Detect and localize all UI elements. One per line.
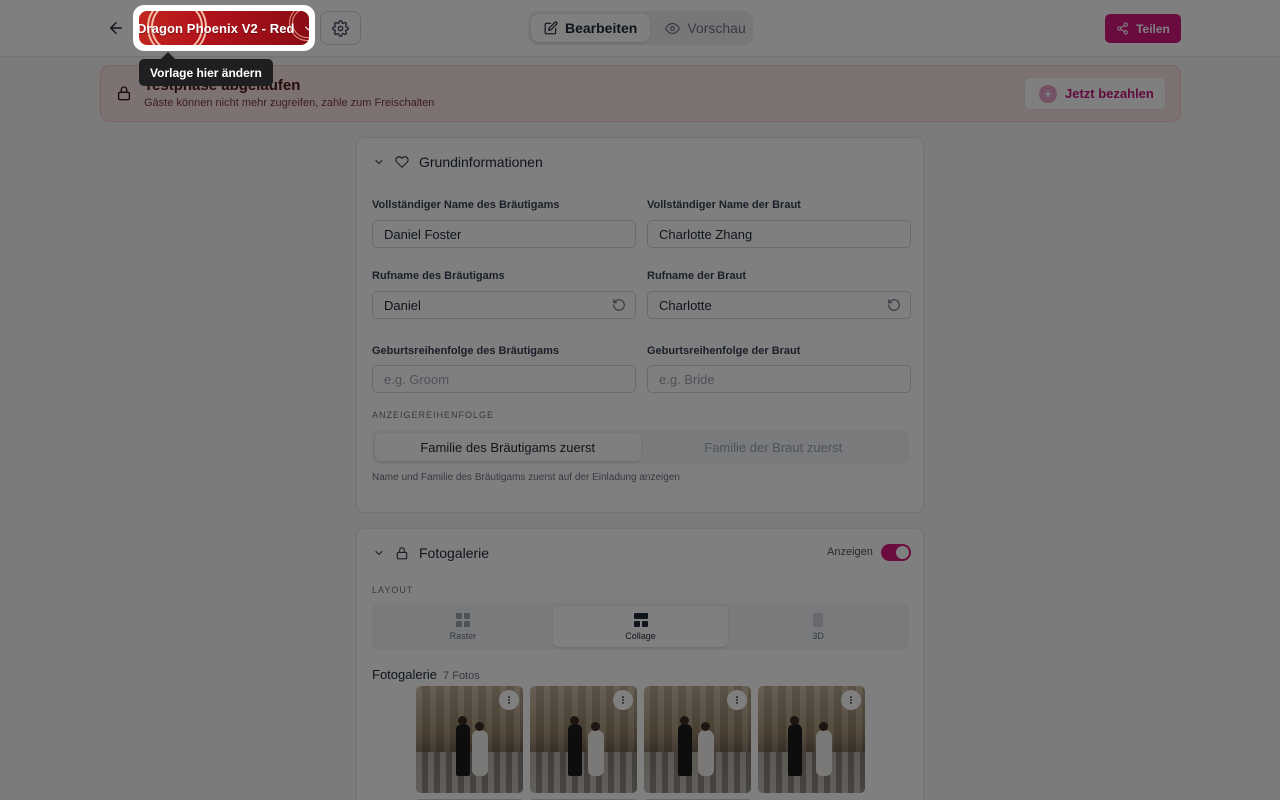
tab-preview[interactable]: Vorschau bbox=[652, 14, 758, 42]
tab-preview-label: Vorschau bbox=[687, 20, 746, 36]
photo-menu-button[interactable] bbox=[613, 690, 633, 710]
show-gallery-toggle[interactable] bbox=[881, 544, 911, 561]
share-icon bbox=[1117, 22, 1129, 35]
cube-icon bbox=[813, 613, 824, 627]
chevron-down-icon bbox=[375, 550, 383, 556]
chevron-down-icon bbox=[303, 23, 309, 34]
more-vertical-icon bbox=[850, 696, 852, 704]
layout-grid-label: Raster bbox=[449, 631, 477, 641]
photo-menu-button[interactable] bbox=[727, 690, 747, 710]
layout-switch: Raster Collage 3D bbox=[372, 603, 909, 650]
bride-nickname-value: Charlotte bbox=[659, 297, 712, 313]
more-vertical-icon bbox=[508, 696, 510, 704]
bride-birth-order-input[interactable]: e.g. Bride bbox=[647, 365, 911, 393]
lock-icon bbox=[396, 547, 408, 560]
basic-info-card: Grundinformationen Vollständiger Name de… bbox=[356, 137, 924, 513]
basic-info-header[interactable]: Grundinformationen bbox=[373, 152, 543, 172]
sparkle-icon bbox=[1039, 84, 1057, 103]
photo-menu-button[interactable] bbox=[499, 690, 519, 710]
display-order-switch: Familie des Bräutigams zuerst Familie de… bbox=[372, 430, 909, 464]
basic-info-title: Grundinformationen bbox=[419, 154, 543, 170]
gear-icon bbox=[332, 19, 349, 37]
banner-subtitle: Gäste können nicht mehr zugreifen, zahle… bbox=[144, 97, 435, 109]
collage-icon bbox=[633, 613, 648, 627]
gallery-photo[interactable] bbox=[530, 686, 637, 793]
reset-icon[interactable] bbox=[887, 298, 901, 312]
photos-label: Fotogalerie bbox=[372, 667, 438, 682]
show-toggle-label: Anzeigen bbox=[827, 546, 873, 558]
template-selector[interactable]: Dragon Phoenix V2 - Red bbox=[139, 11, 309, 45]
groom-birth-order-label: Geburtsreihenfolge des Bräutigams bbox=[372, 345, 560, 357]
groom-nickname-value: Daniel bbox=[384, 297, 421, 313]
pay-now-button[interactable]: Jetzt bezahlen bbox=[1024, 77, 1166, 110]
photos-heading: Fotogalerie 7 Fotos bbox=[372, 667, 480, 682]
gallery-header[interactable]: Fotogalerie bbox=[373, 543, 489, 563]
gallery-title: Fotogalerie bbox=[419, 545, 490, 561]
reset-icon[interactable] bbox=[612, 298, 626, 312]
tab-edit[interactable]: Bearbeiten bbox=[531, 14, 651, 42]
display-order-caption: Anzeigereihenfolge bbox=[372, 410, 495, 420]
groom-full-name-label: Vollständiger Name des Bräutigams bbox=[372, 199, 560, 211]
layout-collage[interactable]: Collage bbox=[552, 606, 729, 647]
layout-collage-label: Collage bbox=[625, 631, 656, 641]
lock-icon bbox=[118, 86, 130, 101]
groom-full-name-input[interactable]: Daniel Foster bbox=[372, 220, 636, 248]
chevron-down-icon bbox=[375, 159, 383, 165]
gallery-photo[interactable] bbox=[758, 686, 865, 793]
gallery-photo[interactable] bbox=[416, 686, 523, 793]
toggle-knob bbox=[896, 546, 909, 559]
groom-birth-order-input[interactable]: e.g. Groom bbox=[372, 365, 636, 393]
layout-3d[interactable]: 3D bbox=[730, 606, 906, 647]
layout-caption: Layout bbox=[372, 585, 414, 595]
bride-full-name-input[interactable]: Charlotte Zhang bbox=[647, 220, 911, 248]
groom-nickname-label: Rufname des Bräutigams bbox=[372, 270, 505, 282]
eye-icon bbox=[665, 22, 681, 34]
tab-edit-label: Bearbeiten bbox=[565, 20, 638, 36]
bride-birth-order-label: Geburtsreihenfolge der Braut bbox=[647, 345, 801, 357]
bride-nickname-label: Rufname der Braut bbox=[647, 270, 747, 282]
pay-now-label: Jetzt bezahlen bbox=[1065, 86, 1154, 101]
share-label: Teilen bbox=[1136, 21, 1170, 36]
bride-full-name-label: Vollständiger Name der Braut bbox=[647, 199, 801, 211]
layout-3d-label: 3D bbox=[812, 631, 824, 641]
arrow-left-icon bbox=[110, 22, 122, 34]
photo-gallery-card: Fotogalerie Anzeigen Layout Raster Colla… bbox=[356, 528, 924, 800]
back-button[interactable] bbox=[104, 16, 128, 40]
bride-nickname-input[interactable]: Charlotte bbox=[647, 291, 911, 319]
share-button[interactable]: Teilen bbox=[1105, 14, 1181, 43]
photo-menu-button[interactable] bbox=[841, 690, 861, 710]
order-bride-first[interactable]: Familie der Braut zuerst bbox=[641, 433, 907, 461]
template-name: Dragon Phoenix V2 - Red bbox=[139, 20, 295, 36]
edit-icon bbox=[544, 21, 558, 35]
groom-nickname-input[interactable]: Daniel bbox=[372, 291, 636, 319]
heart-icon bbox=[395, 156, 409, 168]
more-vertical-icon bbox=[736, 696, 738, 704]
settings-button[interactable] bbox=[320, 11, 361, 45]
photos-count: 7 Fotos bbox=[443, 670, 480, 682]
grid-icon bbox=[455, 613, 470, 627]
display-order-hint: Name und Familie des Bräutigams zuerst a… bbox=[372, 472, 680, 483]
mode-switch: Bearbeiten Vorschau bbox=[528, 11, 753, 45]
layout-grid[interactable]: Raster bbox=[375, 606, 551, 647]
change-template-tooltip: Vorlage hier ändern bbox=[139, 59, 273, 86]
more-vertical-icon bbox=[622, 696, 624, 704]
gallery-photo[interactable] bbox=[644, 686, 751, 793]
order-groom-first[interactable]: Familie des Bräutigams zuerst bbox=[375, 433, 641, 461]
